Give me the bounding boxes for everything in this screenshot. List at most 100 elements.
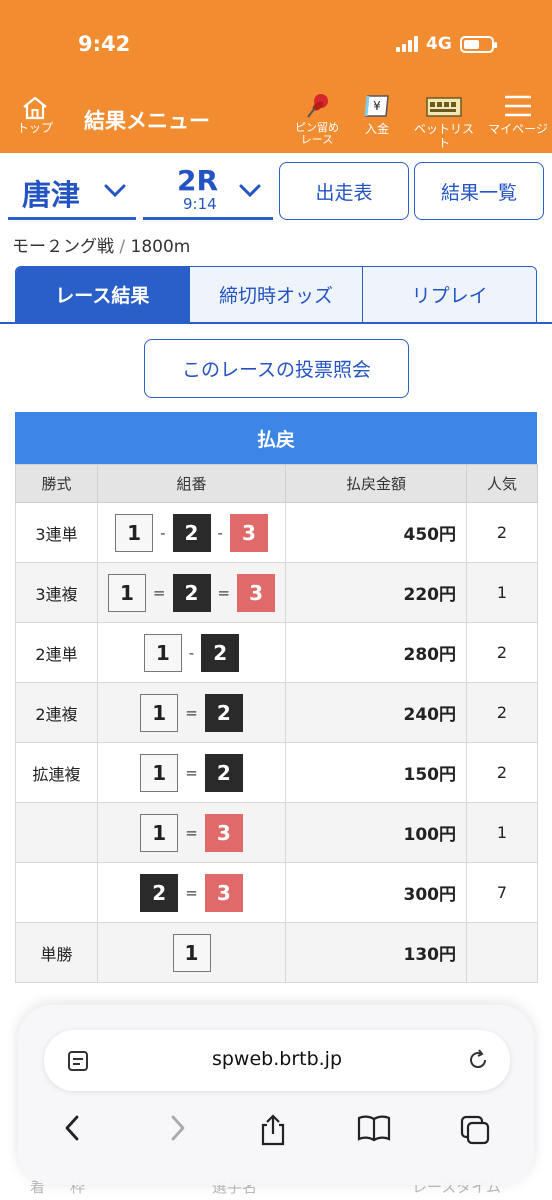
pushpin-icon [307,94,328,118]
boat-number-badge: 2 [172,513,211,552]
home-icon [23,96,47,120]
boat-number-badge: 2 [140,873,179,912]
url-text: spweb.brtb.jp [211,1048,343,1070]
bet-type-cell: 単勝 [15,922,98,983]
deposit-button[interactable]: ¥ 入金 [357,92,397,136]
combination: 1 [98,933,285,972]
signal-icon [396,36,418,52]
combination-cell: 1 = 3 [97,802,286,863]
payout-amount-cell: 300円 [285,862,467,923]
combination: 2 = 3 [98,873,285,912]
svg-text:¥: ¥ [373,99,381,113]
col-popularity: 人気 [466,464,538,503]
bet-type-cell: 2連単 [15,622,98,683]
popularity-cell: 2 [466,742,538,803]
pin-race-button[interactable]: ピン留め レース [288,92,346,146]
bet-type-cell: 2連複 [15,682,98,743]
back-icon[interactable] [60,1113,86,1143]
boat-number-badge: 1 [172,933,211,972]
race-selector[interactable]: 2R 9:14 [143,164,273,220]
betlist-button[interactable]: ベットリスト [410,92,478,150]
bet-type-cell: 3連複 [15,562,98,623]
payout-amount-cell: 220円 [285,562,467,623]
combination-operator: = [185,703,198,722]
popularity-cell: 1 [466,562,538,623]
forward-icon[interactable] [164,1113,190,1143]
deposit-label: 入金 [364,122,389,136]
combination: 1 = 2 [98,693,285,732]
race-distance: 1800m [130,237,191,257]
venue-selector[interactable]: 唐津 [8,164,136,220]
boat-number-badge: 3 [204,813,243,852]
result-tabs: レース結果 締切時オッズ リプレイ [15,266,537,323]
combination-cell: 1-2-3 [97,502,286,563]
tabs-icon[interactable] [458,1113,492,1145]
bookmarks-icon[interactable] [356,1113,392,1143]
betlist-label: ベットリスト [413,122,474,150]
boat-number-badge: 1 [143,633,182,672]
combination-operator: - [217,523,223,542]
combination-operator: = [152,583,166,602]
tab-race-result[interactable]: レース結果 [16,267,190,322]
app-header: 9:42 4G トップ 結果メニュー ピン留め レース ¥ 入金 ベットリスト … [0,0,552,153]
popularity-cell: 2 [466,682,538,743]
combination-cell: 1 = 2 = 3 [97,562,286,623]
tab-closing-odds[interactable]: 締切時オッズ [189,267,364,322]
mypage-button[interactable]: マイページ [488,92,548,136]
combination-cell: 1-2 [97,622,286,683]
popularity-cell [466,922,538,983]
address-bar[interactable]: spweb.brtb.jp [44,1030,510,1091]
boat-number-badge: 2 [172,573,211,612]
payout-amount-cell: 240円 [285,682,467,743]
status-time: 9:42 [78,32,131,56]
col-bet-type: 勝式 [15,464,98,503]
combination: 1-2-3 [98,513,285,552]
combination: 1 = 3 [98,813,285,852]
battery-icon [459,35,497,53]
combination-cell: 1 [97,922,286,983]
combination: 1 = 2 = 3 [98,573,285,612]
combination-operator: = [185,823,198,842]
payout-amount-cell: 130円 [285,922,467,983]
popularity-cell: 1 [466,802,538,863]
combination-cell: 1 = 2 [97,682,286,743]
boat-number-badge: 1 [107,573,146,612]
payout-amount-cell: 150円 [285,742,467,803]
boat-number-badge: 2 [204,753,243,792]
combination-cell: 2 = 3 [97,862,286,923]
combination-operator: = [185,883,198,902]
boat-number-badge: 2 [201,633,240,672]
boat-number-badge: 1 [115,513,154,552]
popularity-cell: 2 [466,622,538,683]
network-type: 4G [426,34,452,54]
home-nav-button[interactable]: トップ [12,95,58,135]
table-row: 2 = 3 300円 7 [15,862,538,923]
table-row: 1 = 3 100円 1 [15,802,538,863]
tab-replay[interactable]: リプレイ [363,267,536,322]
payout-amount-cell: 280円 [285,622,467,683]
combination-operator: - [188,643,195,662]
table-row: 拡連複 1 = 2 150円 2 [15,742,538,803]
bet-type-cell: 拡連複 [15,742,98,803]
boat-number-badge: 3 [237,573,276,612]
chevron-down-icon [104,184,126,198]
entry-list-button[interactable]: 出走表 [279,162,409,220]
combination: 1-2 [98,633,285,672]
boat-number-badge: 1 [140,693,179,732]
share-icon[interactable] [258,1113,288,1147]
vote-inquiry-button[interactable]: このレースの投票照会 [144,339,409,398]
bet-type-cell [15,802,98,863]
payout-amount-cell: 100円 [285,802,467,863]
pin-race-label: ピン留め レース [295,121,339,146]
reload-icon[interactable] [466,1048,490,1072]
table-row: 2連単 1-2 280円 2 [15,622,538,683]
bet-type-cell: 3連単 [15,502,98,563]
payout-title: 払戻 [15,412,537,464]
combination-operator: = [185,763,198,782]
home-label: トップ [16,121,53,135]
ticket-icon [426,97,462,117]
payout-amount-cell: 450円 [285,502,467,563]
payout-section: 払戻 勝式 組番 払戻金額 人気 3連単 1-2-3 450円 2 3連複 1 = 2 = 3 22… [15,412,538,983]
results-list-button[interactable]: 結果一覧 [414,162,544,220]
table-row: 3連単 1-2-3 450円 2 [15,502,538,563]
